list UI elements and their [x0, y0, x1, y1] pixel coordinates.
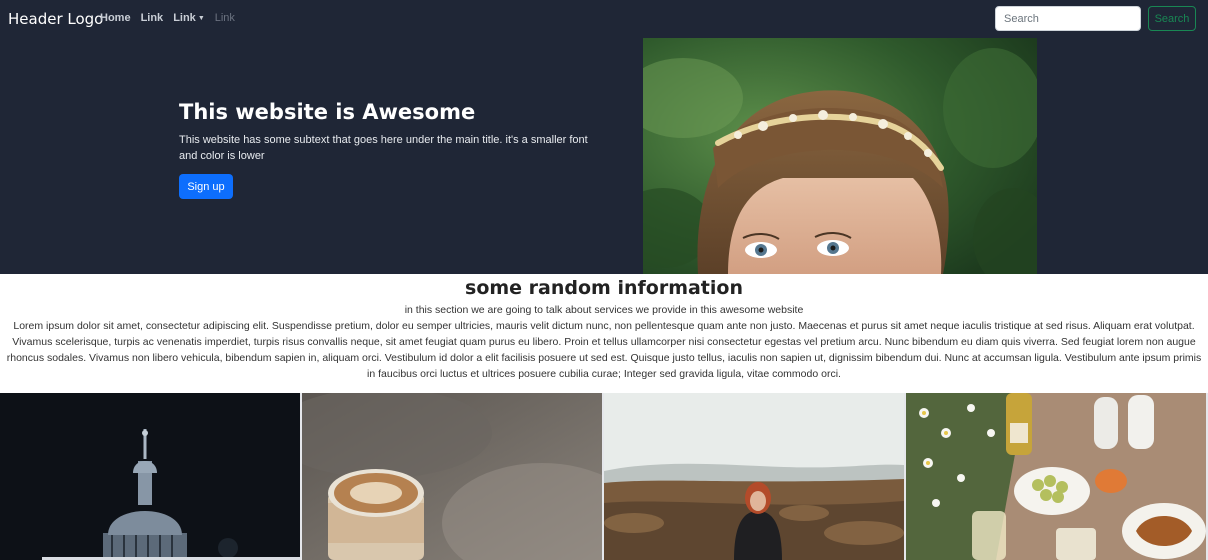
nav-disabled-link: Link	[214, 12, 235, 24]
hero-text: This website is Awesome This website has…	[179, 100, 599, 164]
hero-title: This website is Awesome	[179, 100, 476, 124]
search-input[interactable]	[995, 6, 1141, 31]
hero-subtitle: This website has some subtext that goes …	[179, 134, 588, 162]
cathedral-art	[0, 393, 300, 560]
image-gallery	[0, 393, 1208, 560]
hero-photo-art	[643, 38, 1037, 274]
nav-link[interactable]: Link	[141, 12, 164, 24]
header-logo[interactable]: Header Logo	[8, 10, 103, 28]
search-button[interactable]: Search	[1148, 6, 1196, 31]
gallery-image-cathedral	[0, 393, 300, 560]
nav-links: Home Link Link ▼ Link	[100, 12, 235, 24]
gallery-image-picnic	[906, 393, 1206, 560]
gallery-image-hiker	[604, 393, 904, 560]
nav-dropdown-link[interactable]: Link ▼	[173, 12, 205, 24]
info-title: some random information	[465, 277, 743, 299]
info-body: Lorem ipsum dolor sit amet, consectetur …	[6, 320, 1202, 380]
hero-section: Header Logo Home Link Link ▼ Link Search …	[0, 0, 1208, 274]
info-subtitle: in this section we are going to talk abo…	[404, 304, 804, 316]
coffee-art	[302, 393, 602, 560]
hero-photo	[643, 38, 1037, 274]
info-section: some random information in this section …	[0, 274, 1208, 382]
navbar: Header Logo Home Link Link ▼ Link Search	[0, 0, 1208, 38]
gallery-image-coffee	[302, 393, 602, 560]
caret-down-icon: ▼	[197, 14, 205, 22]
picnic-art	[906, 393, 1206, 560]
nav-home-link[interactable]: Home	[100, 12, 131, 24]
signup-button[interactable]: Sign up	[179, 174, 233, 199]
hiker-art	[604, 393, 904, 560]
nav-dropdown-label: Link	[173, 12, 196, 24]
